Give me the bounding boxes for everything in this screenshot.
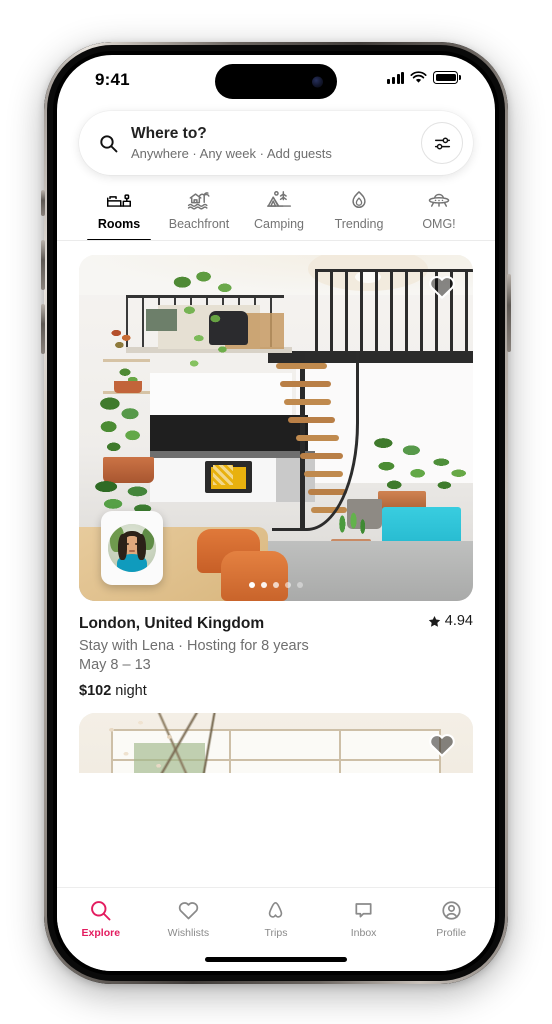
battery-full-icon [433,71,461,84]
listing-card[interactable] [79,699,473,773]
category-tab-omg[interactable]: OMG! [399,189,479,240]
tab-label: Trips [264,927,288,939]
tab-inbox[interactable]: Inbox [327,899,401,939]
rating-value: 4.94 [444,613,473,629]
price-amount: $102 [79,682,112,699]
category-label: Rooms [97,217,141,231]
heart-icon[interactable] [427,271,457,301]
beach-hut-icon [187,192,210,210]
tab-wishlists[interactable]: Wishlists [151,899,225,939]
listing-location: London, United Kingdom [79,614,265,632]
power-button[interactable] [507,274,511,352]
cellular-bars-icon [387,71,405,84]
photo-carousel-dots[interactable] [249,582,303,588]
bed-room-icon [106,194,132,207]
host-avatar-card [101,511,163,585]
listing-card[interactable]: London, United Kingdom 4.94 Stay with Le… [79,241,473,699]
search-bar[interactable]: Where to? Anywhere · Any week · Add gues… [79,111,473,175]
heart-outline-icon [178,902,199,920]
listing-feed[interactable]: London, United Kingdom 4.94 Stay with Le… [57,241,495,773]
airbnb-belo-icon [269,902,283,918]
wifi-icon [410,71,427,83]
category-label: OMG! [422,217,456,231]
category-label: Camping [253,217,305,231]
host-avatar [108,524,156,572]
listing-dates: May 8 – 13 [79,656,151,673]
category-tab-rooms[interactable]: Rooms [79,189,159,240]
search-title: Where to? [131,125,207,143]
listing-photo[interactable] [79,712,473,773]
status-icons [387,71,461,84]
tab-profile[interactable]: Profile [414,899,488,939]
tab-explore[interactable]: Explore [64,899,138,939]
tab-label: Inbox [350,927,377,939]
category-label: Trending [334,217,384,231]
phone-screen: 9:41 Where to? Anywhere · Any week · Add… [57,55,495,971]
category-tab-beachfront[interactable]: Beachfront [159,189,239,240]
listing-photo[interactable] [79,255,473,601]
tab-trips[interactable]: Trips [239,899,313,939]
listing-price: $102 night [79,683,473,699]
status-bar: 9:41 [57,55,495,107]
listing-photo-art [79,712,473,773]
ufo-omg-icon [428,193,450,207]
tent-camping-icon [266,191,292,207]
star-icon [428,615,440,627]
listing-info: London, United Kingdom 4.94 Stay with Le… [79,601,473,699]
tab-label: Wishlists [167,927,210,939]
volume-up-button[interactable] [41,240,45,290]
price-unit: night [115,682,147,699]
action-button[interactable] [41,190,45,216]
listing-rating: 4.94 [428,613,473,629]
tab-label: Profile [436,927,467,939]
search-icon [91,901,111,921]
search-subtitle: Anywhere · Any week · Add guests [131,145,332,161]
category-label: Beachfront [168,217,230,231]
phone-device-frame: 9:41 Where to? Anywhere · Any week · Add… [41,42,511,984]
search-icon [100,134,118,152]
category-tabs[interactable]: Rooms Beachfront Camping Trending OMG! [57,187,495,241]
listing-title-row: London, United Kingdom 4.94 [79,613,473,633]
filter-sliders-icon [434,137,450,149]
screenshot-stage: 9:41 Where to? Anywhere · Any week · Add… [0,0,552,1024]
category-tab-trending[interactable]: Trending [319,189,399,240]
heart-icon[interactable] [427,729,457,759]
listing-host-line: Stay with Lena · Hosting for 8 years [79,637,309,654]
message-bubble-icon [355,903,372,918]
status-time: 9:41 [95,70,130,89]
front-camera-icon [312,76,323,87]
dynamic-island [215,64,337,99]
search-section: Where to? Anywhere · Any week · Add gues… [57,107,495,187]
search-text: Where to? Anywhere · Any week · Add gues… [131,124,421,162]
user-circle-icon [442,901,461,920]
flame-trending-icon [352,191,366,209]
category-tab-camping[interactable]: Camping [239,189,319,240]
volume-down-button[interactable] [41,304,45,354]
home-indicator[interactable] [205,957,347,962]
tab-label: Explore [81,927,121,939]
filter-button[interactable] [421,122,463,164]
